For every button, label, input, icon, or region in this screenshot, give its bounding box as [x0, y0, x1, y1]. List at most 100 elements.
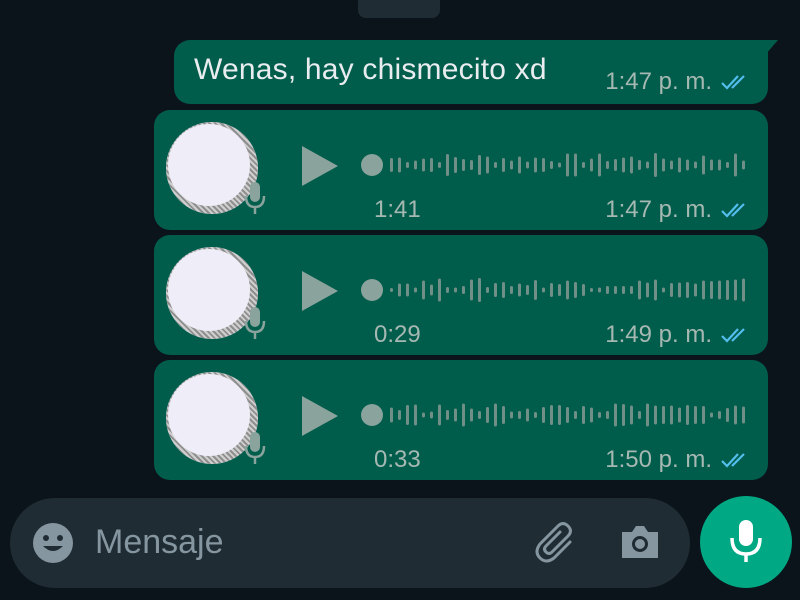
waveform-bar [398, 157, 401, 173]
waveform-bar [734, 405, 737, 425]
waveform-bar [742, 278, 745, 302]
waveform[interactable] [360, 400, 750, 435]
waveform-bar [414, 404, 417, 426]
waveform-bar [478, 411, 481, 419]
message-meta: 1:49 p. m. [605, 321, 750, 349]
waveform-bar [550, 405, 553, 425]
waveform-bar [638, 280, 641, 300]
waveform-bar [662, 287, 665, 293]
play-icon[interactable] [300, 394, 340, 443]
waveform-bar [614, 159, 617, 171]
waveform-bar [590, 288, 593, 292]
playback-position-dot [361, 154, 383, 176]
waveform-bar [718, 411, 721, 419]
waveform-bar [550, 161, 553, 169]
waveform-bar [686, 282, 689, 298]
waveform-bar [654, 153, 657, 177]
waveform-bar [686, 159, 689, 171]
waveform-bar [494, 162, 497, 168]
waveform-bar [446, 410, 449, 420]
waveform-bar [510, 160, 513, 170]
waveform-bar [470, 279, 473, 301]
waveform-bar [502, 158, 505, 172]
waveform-bar [462, 403, 465, 427]
message-input[interactable]: Mensaje [95, 523, 224, 562]
waveform-bar [630, 286, 633, 294]
waveform-bar [694, 406, 697, 424]
waveform-bar [518, 156, 521, 174]
waveform-bar [718, 159, 721, 171]
attach-icon[interactable] [532, 518, 580, 571]
waveform-bar [702, 406, 705, 424]
voice-message[interactable]: 0:29 1:49 p. m. [154, 235, 768, 355]
waveform-bar [550, 283, 553, 297]
waveform[interactable] [360, 150, 750, 185]
waveform-bar [502, 282, 505, 298]
waveform-bar [734, 153, 737, 177]
waveform-bar [462, 286, 465, 294]
waveform-bar [726, 162, 729, 168]
emoji-icon[interactable] [32, 522, 74, 569]
waveform-bar [478, 155, 481, 175]
waveform-bar [398, 283, 401, 297]
waveform-bar [454, 408, 457, 422]
waveform-bar [438, 162, 441, 168]
waveform-bar [534, 412, 537, 418]
waveform-bar [582, 406, 585, 424]
waveform-bar [390, 288, 393, 292]
message-meta: 1:47 p. m. [605, 196, 750, 224]
waveform-bar [742, 160, 745, 170]
waveform-bar [446, 287, 449, 293]
waveform-bar [638, 160, 641, 170]
waveform-bar [718, 280, 721, 300]
waveform-bar [710, 412, 713, 418]
waveform-bar [742, 406, 745, 424]
waveform-bar [526, 408, 529, 422]
waveform-bar [438, 278, 441, 302]
voice-message[interactable]: 1:41 1:47 p. m. [154, 110, 768, 230]
play-icon[interactable] [300, 269, 340, 318]
voice-duration: 1:41 [374, 196, 421, 223]
double-check-icon [720, 451, 750, 469]
voice-message[interactable]: 0:33 1:50 p. m. [154, 360, 768, 480]
waveform-bar [574, 282, 577, 298]
record-voice-button[interactable] [700, 496, 792, 588]
message-time: 1:47 p. m. [605, 196, 712, 223]
waveform[interactable] [360, 275, 750, 310]
waveform-bar [678, 157, 681, 173]
message-time: 1:50 p. m. [605, 446, 712, 473]
waveform-bar [662, 406, 665, 424]
waveform-bar [558, 162, 561, 168]
message-time: 1:47 p. m. [605, 68, 712, 95]
message-composer[interactable]: Mensaje [10, 498, 690, 588]
waveform-bar [662, 158, 665, 172]
voice-duration: 0:33 [374, 446, 421, 473]
double-check-icon [720, 326, 750, 344]
waveform-bar [422, 158, 425, 172]
waveform-bar [526, 161, 529, 169]
waveform-bar [710, 281, 713, 299]
waveform-bar [454, 287, 457, 293]
waveform-bar [654, 405, 657, 425]
waveform-bar [430, 284, 433, 296]
camera-icon[interactable] [618, 520, 662, 569]
waveform-bar [630, 405, 633, 425]
waveform-bar [734, 279, 737, 301]
waveform-bar [630, 156, 633, 174]
waveform-bar [598, 412, 601, 418]
outgoing-text-message[interactable]: Wenas, hay chismecito xd 1:47 p. m. [174, 40, 778, 104]
waveform-bar [486, 156, 489, 174]
waveform-bar [726, 408, 729, 422]
waveform-bar [462, 159, 465, 171]
waveform-bar [574, 411, 577, 419]
waveform-bar [510, 286, 513, 294]
waveform-bar [414, 287, 417, 293]
waveform-bar [494, 403, 497, 427]
waveform-bar [518, 283, 521, 297]
waveform-bar [558, 405, 561, 425]
waveform-bar [622, 286, 625, 294]
waveform-bar [710, 159, 713, 171]
play-icon[interactable] [300, 144, 340, 193]
waveform-bar [534, 280, 537, 300]
waveform-bar [494, 283, 497, 297]
